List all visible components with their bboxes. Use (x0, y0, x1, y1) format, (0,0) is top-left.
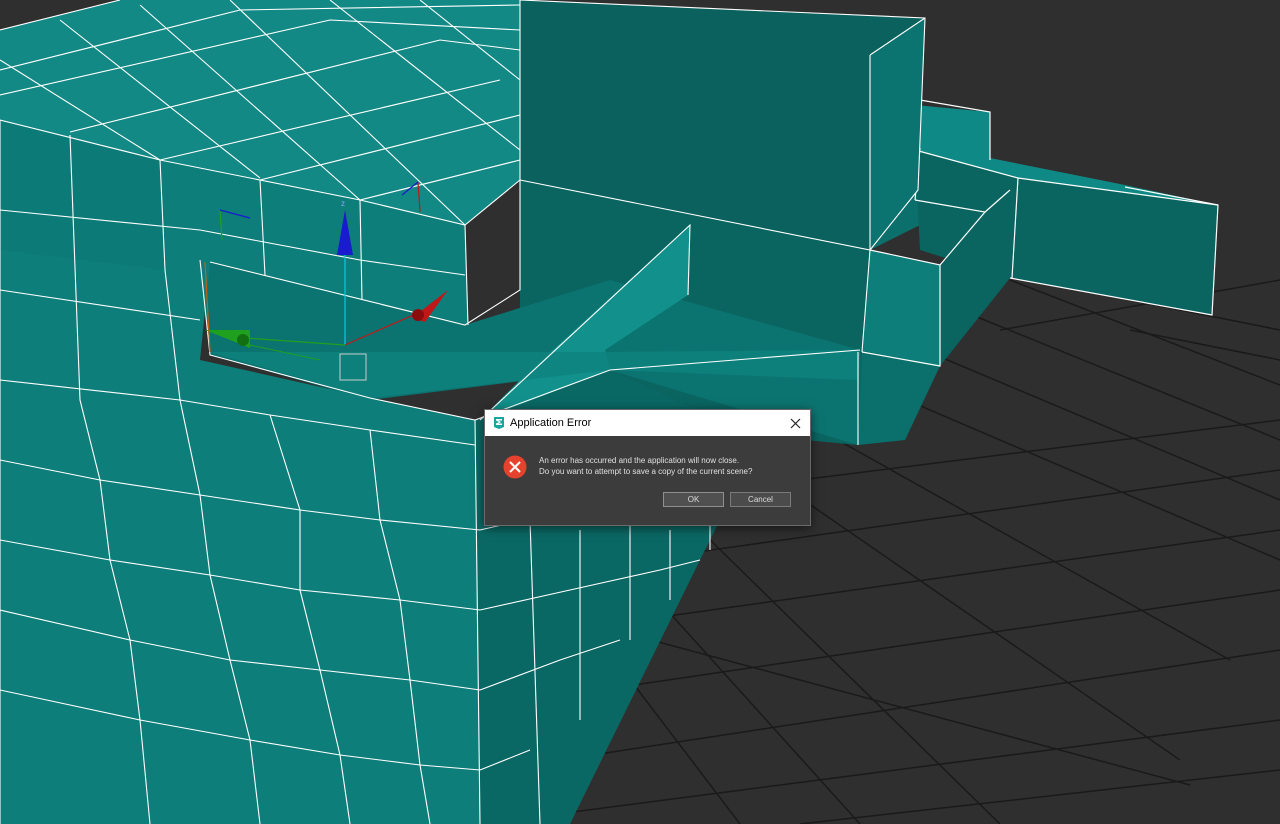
app-icon (492, 415, 506, 430)
error-message-line2: Do you want to attempt to save a copy of… (539, 467, 753, 476)
application-error-dialog: Application Error An error has occurred … (484, 409, 811, 526)
cancel-button[interactable]: Cancel (730, 492, 791, 507)
error-message-line1: An error has occurred and the applicatio… (539, 456, 740, 465)
error-icon (503, 455, 527, 479)
ok-button[interactable]: OK (663, 492, 724, 507)
close-button[interactable] (780, 410, 810, 436)
close-icon (790, 418, 800, 428)
dialog-titlebar[interactable]: Application Error (485, 410, 810, 436)
gizmo-z-label: z (341, 199, 345, 208)
error-message: An error has occurred and the applicatio… (539, 455, 804, 477)
dialog-title: Application Error (510, 417, 592, 429)
